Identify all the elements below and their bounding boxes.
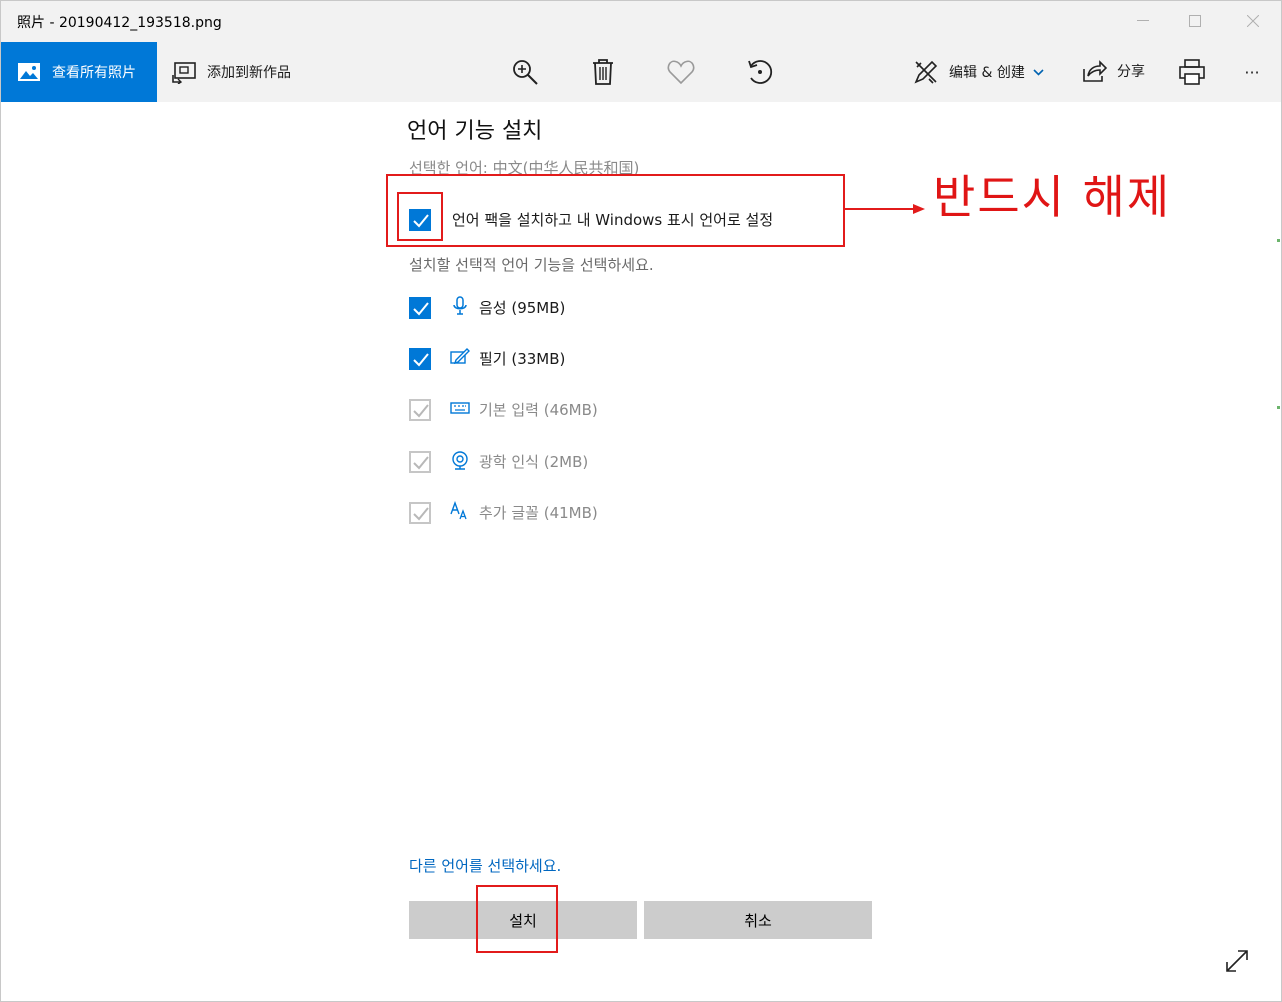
close-button[interactable] <box>1239 9 1267 33</box>
maximize-button[interactable] <box>1181 9 1209 33</box>
feature-checkbox-speech[interactable] <box>409 297 431 319</box>
expand-icon[interactable] <box>1223 947 1251 975</box>
edit-create-icon <box>914 60 938 84</box>
keyboard-icon <box>450 402 470 414</box>
feature-checkbox-fonts <box>409 502 431 524</box>
feature-label-speech: 음성 (95MB) <box>479 299 566 317</box>
add-creation-icon <box>172 62 196 84</box>
feature-label-handwriting: 필기 (33MB) <box>479 350 566 368</box>
favorite-button[interactable] <box>666 57 696 87</box>
delete-button[interactable] <box>588 57 618 87</box>
add-to-creation-label: 添加到新作品 <box>207 65 291 81</box>
annotation-text: 반드시 해제 <box>933 170 1172 224</box>
view-all-photos-label: 查看所有照片 <box>52 65 136 81</box>
rotate-button[interactable] <box>745 57 775 87</box>
minimize-button[interactable] <box>1129 9 1157 33</box>
feature-label-fonts: 추가 글꼴 (41MB) <box>479 504 598 522</box>
annotation-box-option <box>386 174 845 247</box>
edit-create-label: 编辑 & 创建 <box>949 65 1025 81</box>
edge-mark <box>1277 239 1280 242</box>
annotation-box-checkbox <box>397 192 443 241</box>
edit-create-menu[interactable]: 编辑 & 创建 <box>913 59 1044 85</box>
more-options-button[interactable]: ··· <box>1237 57 1267 87</box>
heart-icon <box>667 60 695 85</box>
feature-checkbox-basic-typing <box>409 399 431 421</box>
checkmark-icon <box>413 353 429 367</box>
cancel-button[interactable]: 취소 <box>644 901 872 939</box>
view-all-photos-button[interactable]: 查看所有照片 <box>1 42 157 102</box>
share-label: 分享 <box>1117 64 1145 80</box>
title-bar: 照片 - 20190412_193518.png <box>1 1 1281 42</box>
choose-other-language-link[interactable]: 다른 언어를 선택하세요. <box>409 855 561 876</box>
annotation-box-install <box>476 885 558 953</box>
photos-app-window: 照片 - 20190412_193518.png 查看所有照片 添加到新作品 编… <box>0 0 1282 1002</box>
share-icon <box>1083 60 1107 82</box>
camera-icon <box>452 451 468 470</box>
checkmark-icon <box>413 404 429 418</box>
rotate-icon <box>748 60 773 84</box>
checkmark-icon <box>413 456 429 470</box>
feature-label-basic-typing: 기본 입력 (46MB) <box>479 401 598 419</box>
dialog-title: 언어 기능 설치 <box>407 119 543 144</box>
annotation-arrow <box>843 204 925 214</box>
zoom-in-icon <box>513 60 538 85</box>
window-title: 照片 - 20190412_193518.png <box>17 15 222 31</box>
feature-checkbox-ocr <box>409 451 431 473</box>
checkmark-icon <box>413 507 429 521</box>
feature-checkbox-handwriting[interactable] <box>409 348 431 370</box>
delete-icon <box>593 59 613 85</box>
edge-mark <box>1277 406 1280 409</box>
pen-icon <box>450 348 470 365</box>
microphone-icon <box>453 296 467 315</box>
toolbar: 查看所有照片 添加到新作品 编辑 & 创建 分享 ··· <box>1 42 1281 102</box>
share-button[interactable]: 分享 <box>1081 59 1145 83</box>
print-icon <box>1179 59 1205 85</box>
checkmark-icon <box>413 302 429 316</box>
optional-features-hint: 설치할 선택적 언어 기능을 선택하세요. <box>409 256 654 274</box>
feature-label-ocr: 광학 인식 (2MB) <box>479 453 589 471</box>
chevron-down-icon <box>1033 65 1044 79</box>
photo-gallery-icon <box>18 63 40 81</box>
zoom-in-button[interactable] <box>510 57 540 87</box>
add-to-creation-button[interactable]: 添加到新作品 <box>171 60 291 84</box>
print-button[interactable] <box>1177 57 1207 87</box>
font-icon <box>450 501 467 520</box>
